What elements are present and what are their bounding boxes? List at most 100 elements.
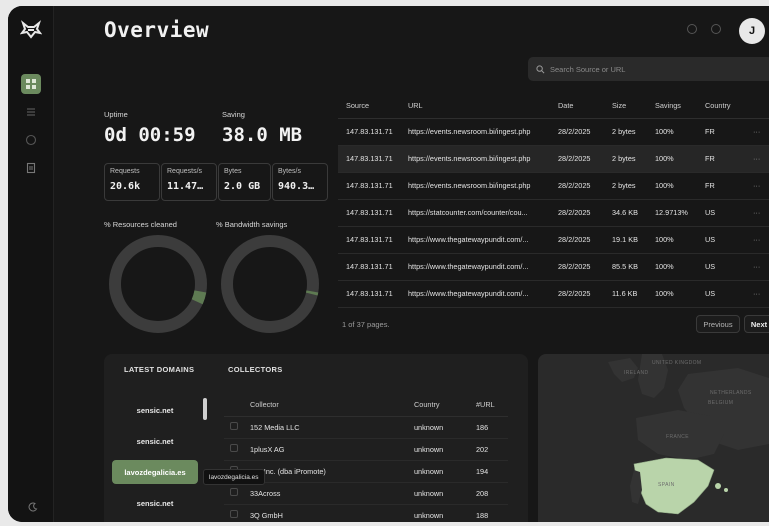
row-menu-icon[interactable]: ··· — [745, 280, 769, 308]
avatar[interactable]: J — [739, 18, 765, 44]
column-header[interactable]: Country — [697, 94, 745, 119]
table-cell: 28/2/2025 — [550, 226, 604, 254]
stat-box-bytes-per-sec: Bytes/s 940.3… — [272, 163, 328, 201]
row-menu-icon[interactable]: ··· — [745, 199, 769, 227]
row-checkbox[interactable] — [230, 488, 238, 496]
search-input[interactable] — [550, 64, 750, 74]
table-cell: 100% — [647, 253, 697, 281]
table-row[interactable]: ect, Inc. (dba iPromote) unknown 194 — [224, 460, 508, 483]
row-menu-icon[interactable]: ··· — [745, 226, 769, 254]
table-row[interactable]: 152 Media LLC unknown 186 — [224, 416, 508, 439]
collectors-heading: COLLECTORS — [228, 365, 283, 374]
search-box[interactable] — [528, 57, 769, 81]
row-menu-icon[interactable]: ··· — [745, 253, 769, 281]
sidebar-item-requests[interactable] — [21, 102, 41, 122]
table-cell: 100% — [647, 226, 697, 254]
next-button[interactable]: Next — [744, 315, 769, 333]
table-cell: US — [697, 280, 745, 308]
table-cell: 147.83.131.71 — [338, 226, 400, 254]
table-row[interactable]: 147.83.131.71 https://www.thegatewaypundi… — [338, 280, 769, 308]
column-header[interactable]: Savings — [647, 94, 697, 119]
row-checkbox-cell — [224, 438, 250, 461]
bandwidth-savings-label: % Bandwidth savings — [216, 220, 288, 229]
map-label: UNITED KINGDOM — [652, 360, 702, 366]
table-row[interactable]: 1plusX AG unknown 202 — [224, 438, 508, 461]
stat-box-value: 2.0 GB — [224, 181, 261, 192]
domain-item[interactable]: sensic.net — [112, 398, 198, 422]
table-cell: 147.83.131.71 — [338, 253, 400, 281]
previous-button[interactable]: Previous — [696, 315, 740, 333]
map-island — [724, 488, 728, 492]
refresh-icon[interactable] — [711, 24, 721, 34]
table-row[interactable]: 147.83.131.71 https://events.newsroom.bi/… — [338, 118, 769, 146]
row-checkbox-cell — [224, 482, 250, 505]
table-row[interactable]: 147.83.131.71 https://www.thegatewaypundi… — [338, 226, 769, 254]
sidebar — [8, 6, 54, 522]
table-cell: unknown — [414, 416, 476, 439]
domain-item[interactable]: sensic.net — [112, 491, 198, 515]
table-row[interactable]: 3Q GmbH unknown 188 — [224, 504, 508, 522]
row-checkbox[interactable] — [230, 444, 238, 452]
world-map[interactable]: IRELAND UNITED KINGDOM BELGIUM NETHERLAN… — [538, 354, 769, 522]
map-canvas — [608, 354, 769, 515]
table-cell: unknown — [414, 504, 476, 522]
table-cell: 208 — [476, 482, 508, 505]
table-cell: unknown — [414, 460, 476, 483]
table-row[interactable]: 147.83.131.71 https://events.newsroom.bi/… — [338, 145, 769, 173]
pagination-status: 1 of 37 pages. — [342, 320, 390, 329]
domain-item-selected[interactable]: lavozdegalicia.es — [112, 460, 198, 484]
table-cell: 11.6 KB — [604, 280, 647, 308]
row-menu-icon[interactable]: ··· — [745, 145, 769, 173]
search-icon — [536, 64, 545, 73]
column-header[interactable]: Source — [338, 94, 400, 119]
uptime-value: 0d 00:59 — [104, 124, 196, 146]
stat-box-value: 11.47… — [167, 181, 204, 192]
table-cell: unknown — [414, 438, 476, 461]
row-checkbox[interactable] — [230, 510, 238, 518]
table-cell: 100% — [647, 280, 697, 308]
domain-item[interactable]: sensic.net — [112, 429, 198, 453]
row-menu-icon[interactable]: ··· — [745, 172, 769, 200]
table-cell: FR — [697, 118, 745, 146]
latest-domains-heading: LATEST DOMAINS — [124, 365, 195, 374]
table-cell: 2 bytes — [604, 145, 647, 173]
table-row[interactable]: 147.83.131.71 https://www.thegatewaypundi… — [338, 253, 769, 281]
document-icon — [26, 162, 36, 174]
row-checkbox[interactable] — [230, 422, 238, 430]
table-row[interactable]: 147.83.131.71 https://events.newsroom.bi/… — [338, 172, 769, 200]
table-cell: https://www.thegatewaypundit.com/... — [400, 280, 550, 308]
grid-icon — [26, 79, 36, 89]
domains-scrollbar[interactable] — [203, 398, 207, 420]
column-header[interactable]: #URL — [476, 394, 508, 417]
row-checkbox-cell — [224, 504, 250, 522]
settings-icon[interactable] — [687, 24, 697, 34]
table-row[interactable]: 147.83.131.71 https://statcounter.com/cou… — [338, 199, 769, 227]
table-cell: 28/2/2025 — [550, 145, 604, 173]
saving-label: Saving — [222, 110, 245, 119]
table-cell: 202 — [476, 438, 508, 461]
table-cell: 147.83.131.71 — [338, 172, 400, 200]
column-header[interactable]: Size — [604, 94, 647, 119]
stat-box-label: Bytes/s — [278, 168, 301, 175]
table-cell: 34.6 KB — [604, 199, 647, 227]
table-cell: https://www.thegatewaypundit.com/... — [400, 226, 550, 254]
map-island — [715, 483, 721, 489]
column-header[interactable]: URL — [400, 94, 550, 119]
column-header[interactable]: Date — [550, 94, 604, 119]
stat-box-label: Requests — [110, 168, 140, 175]
column-header[interactable]: Country — [414, 394, 476, 417]
theme-toggle-icon[interactable] — [28, 502, 38, 512]
stat-box-requests: Requests 20.6k — [104, 163, 160, 201]
resources-cleaned-ring — [109, 235, 207, 333]
table-row[interactable]: 33Across unknown 208 — [224, 482, 508, 505]
table-cell: https://www.thegatewaypundit.com/... — [400, 253, 550, 281]
sidebar-item-settings[interactable] — [21, 158, 41, 178]
column-header[interactable]: Collector — [250, 394, 414, 417]
table-cell: 19.1 KB — [604, 226, 647, 254]
table-cell: 100% — [647, 145, 697, 173]
row-menu-icon[interactable]: ··· — [745, 118, 769, 146]
table-cell: 188 — [476, 504, 508, 522]
sidebar-item-overview[interactable] — [21, 74, 41, 94]
sidebar-item-globe[interactable] — [21, 130, 41, 150]
table-cell: US — [697, 253, 745, 281]
